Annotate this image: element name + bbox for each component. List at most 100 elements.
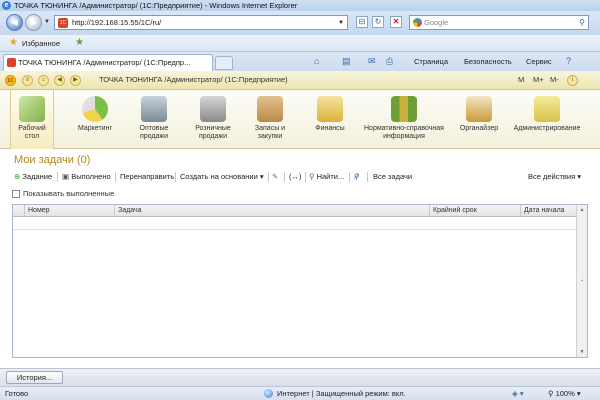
- find-button[interactable]: ⚲ Найти...: [309, 171, 344, 183]
- compatibility-view-icon[interactable]: ⊟: [356, 16, 368, 28]
- desktop-icon: [19, 96, 45, 122]
- section-retail[interactable]: Розничные продажи: [188, 90, 238, 149]
- show-completed-checkbox[interactable]: [12, 190, 20, 198]
- cancel-search-icon[interactable]: ⚲̸: [354, 171, 360, 183]
- column-header-number[interactable]: Номер: [25, 205, 115, 217]
- main-content: Мои задачи (0) ⊕ Задание ▣ Выполнено Пер…: [0, 149, 600, 368]
- stop-icon[interactable]: ✕: [390, 16, 402, 28]
- refresh-icon[interactable]: ↻: [372, 16, 384, 28]
- section-desktop[interactable]: Рабочий стол: [10, 90, 54, 149]
- section-label: Финансы: [315, 125, 345, 132]
- address-toolbar: ◀ ▶ ▼ 1С http://192.168.15.55/1C/ru/ ▼ ⊟…: [0, 11, 600, 35]
- section-label: Оптовые: [139, 125, 169, 132]
- section-label: продажи: [140, 133, 168, 140]
- create-based-on-button[interactable]: Создать на основании ▾: [180, 171, 264, 183]
- back-button[interactable]: ◀: [6, 14, 23, 31]
- search-icon[interactable]: ⚲: [579, 16, 585, 30]
- link-icon[interactable]: (↔): [289, 171, 302, 183]
- section-label: продажи: [199, 133, 227, 140]
- app-header: 1С ≡ ⌂ ◀ ▶ ТОЧКА ТЮНИНГА /Администратор/…: [0, 71, 600, 90]
- dropdown-arrow-icon: ▾: [577, 172, 582, 181]
- browser-tab[interactable]: ТОЧКА ТЮНИНГА /Администратор/ (1С:Предпр…: [3, 54, 213, 71]
- security-zone-text[interactable]: Интернет | Защищенный режим: вкл.: [277, 387, 406, 400]
- magnifier-icon: ⚲: [309, 172, 315, 181]
- scroll-down-icon[interactable]: ▼: [577, 347, 587, 357]
- scroll-thumb[interactable]: ▪: [577, 276, 587, 286]
- vertical-scrollbar[interactable]: ▲ ▪ ▼: [576, 205, 587, 357]
- zoom-level[interactable]: ⚲ 100% ▾: [548, 387, 581, 400]
- forward-arrow-icon[interactable]: ▶: [70, 75, 81, 86]
- search-placeholder: Google: [424, 18, 449, 27]
- tab-title: ТОЧКА ТЮНИНГА /Администратор/ (1С:Предпр…: [18, 58, 191, 67]
- address-bar[interactable]: 1С http://192.168.15.55/1C/ru/ ▼: [54, 15, 348, 30]
- forward-button[interactable]: ▶: [25, 14, 42, 31]
- section-administration[interactable]: Администрирование: [510, 90, 584, 149]
- section-reference[interactable]: Нормативно-справочная информация: [360, 90, 448, 149]
- back-arrow-icon[interactable]: ◀: [54, 75, 65, 86]
- search-input[interactable]: Google ⚲: [409, 15, 589, 30]
- section-label: Нормативно-справочная: [364, 125, 444, 132]
- help-icon[interactable]: ?: [566, 56, 571, 66]
- url-text[interactable]: http://192.168.15.55/1C/ru/: [72, 16, 161, 30]
- print-icon[interactable]: ⎙: [386, 56, 393, 67]
- memory-button[interactable]: M: [518, 75, 524, 84]
- create-based-label: Создать на основании: [180, 172, 258, 181]
- scroll-up-icon[interactable]: ▲: [577, 205, 587, 215]
- memory-plus-button[interactable]: M+: [533, 75, 544, 84]
- clipboard-icon: [466, 96, 492, 122]
- separator: [305, 172, 306, 182]
- section-label: Рабочий: [18, 125, 46, 132]
- zoom-icon: ⚲: [548, 389, 554, 398]
- protected-mode-icon[interactable]: ◈ ▾: [512, 387, 524, 400]
- database-icon: [534, 96, 560, 122]
- status-text: Готово: [5, 389, 29, 398]
- all-tasks-button[interactable]: Все задачи: [373, 171, 412, 183]
- home-icon[interactable]: ⌂: [314, 56, 319, 66]
- done-icon: ▣: [62, 172, 70, 181]
- memory-minus-button[interactable]: M-: [550, 75, 559, 84]
- favorites-button[interactable]: Избранное: [22, 39, 60, 48]
- add-favorite-icon[interactable]: ★: [75, 37, 84, 48]
- home-page-icon[interactable]: ⌂: [38, 75, 49, 86]
- url-dropdown-icon[interactable]: ▼: [338, 16, 344, 30]
- new-tab-button[interactable]: [215, 56, 233, 70]
- history-button[interactable]: История...: [6, 371, 63, 384]
- section-wholesale[interactable]: Оптовые продажи: [131, 90, 177, 149]
- boxes-icon: [257, 96, 283, 122]
- done-button[interactable]: ▣ Выполнено: [62, 171, 111, 183]
- safety-menu[interactable]: Безопасность: [464, 57, 512, 66]
- section-label: Администрирование: [513, 125, 581, 132]
- mail-icon[interactable]: ✉: [368, 56, 376, 67]
- edit-icon[interactable]: ✎: [272, 171, 278, 183]
- main-menu-icon[interactable]: ≡: [22, 75, 33, 86]
- tab-favicon-icon: [7, 58, 16, 67]
- section-label: Розничные: [195, 125, 231, 132]
- info-icon[interactable]: i: [567, 75, 578, 86]
- column-header-deadline[interactable]: Крайний срок: [430, 205, 521, 217]
- tools-menu[interactable]: Сервис: [526, 57, 552, 66]
- history-dropdown-icon[interactable]: ▼: [44, 19, 50, 25]
- page-menu[interactable]: Страница: [414, 57, 448, 66]
- forward-task-button[interactable]: Перенаправить: [120, 171, 174, 183]
- app-title: ТОЧКА ТЮНИНГА /Администратор/ (1С:Предпр…: [99, 75, 288, 84]
- table-row[interactable]: [13, 217, 577, 230]
- section-marketing[interactable]: Маркетинг: [70, 90, 120, 149]
- find-label: Найти...: [316, 172, 345, 181]
- status-bar: Готово Интернет | Защищенный режим: вкл.…: [0, 386, 600, 400]
- all-actions-button[interactable]: Все действия ▾: [528, 171, 581, 183]
- section-organizer[interactable]: Органайзер: [456, 90, 502, 149]
- section-finance[interactable]: Финансы: [308, 90, 352, 149]
- section-stock[interactable]: Запасы и закупки: [248, 90, 292, 149]
- google-icon: [413, 18, 422, 27]
- feeds-icon[interactable]: ▤: [342, 56, 351, 67]
- column-header-start-date[interactable]: Дата начала: [521, 205, 577, 217]
- column-header-marker: [13, 205, 25, 217]
- section-label: информация: [383, 133, 425, 140]
- 1c-logo-icon: 1С: [5, 75, 16, 86]
- favorites-star-icon[interactable]: ★: [9, 37, 18, 48]
- column-header-task[interactable]: Задача: [115, 205, 430, 217]
- task-button[interactable]: ⊕ Задание: [14, 171, 52, 183]
- section-label: Органайзер: [459, 125, 499, 132]
- tasks-table[interactable]: Номер Задача Крайний срок Дата начала ▲ …: [12, 204, 588, 358]
- add-icon: ⊕: [14, 172, 21, 181]
